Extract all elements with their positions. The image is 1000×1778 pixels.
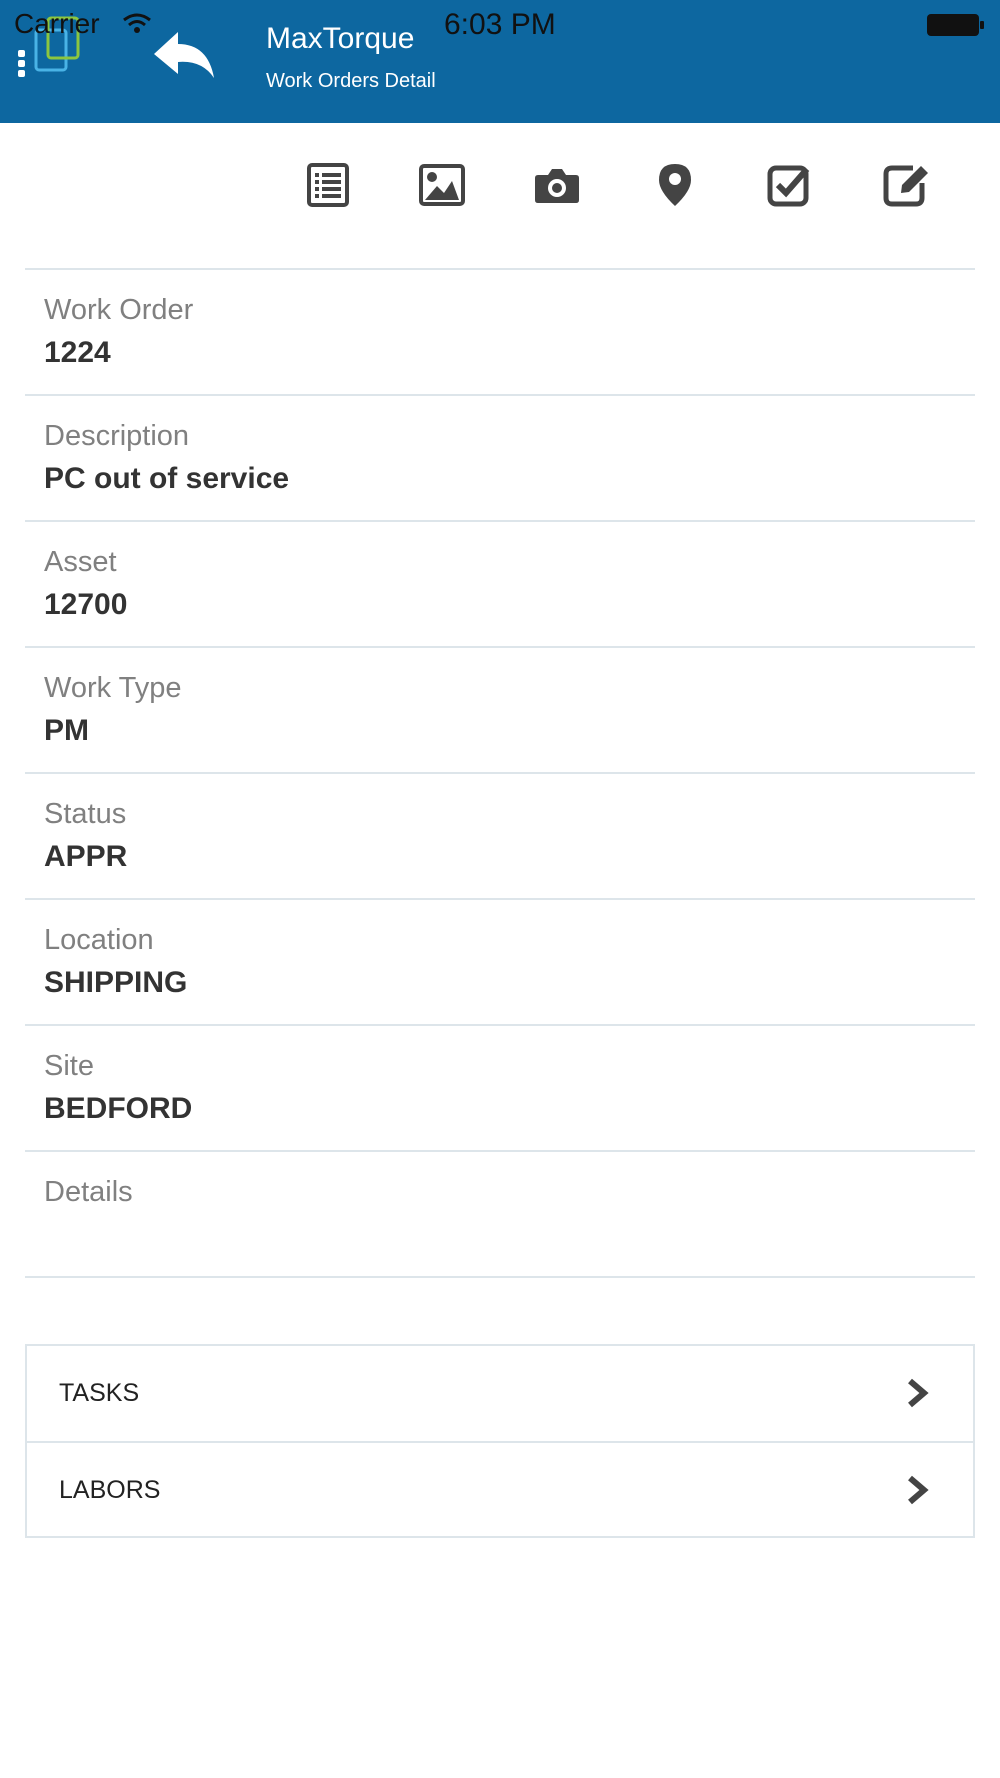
field-description: Description PC out of service (25, 394, 975, 520)
field-value: 12700 (44, 588, 128, 621)
field-status: Status APPR (25, 772, 975, 898)
field-site: Site BEDFORD (25, 1024, 975, 1150)
field-value: APPR (44, 840, 128, 873)
carrier-label: Carrier (14, 8, 100, 39)
wifi-icon (122, 12, 152, 39)
nav-item-tasks[interactable]: TASKS (27, 1346, 973, 1441)
chevron-right-icon (907, 1378, 929, 1413)
field-label: Details (44, 1176, 133, 1208)
edit-icon[interactable] (876, 150, 936, 220)
field-asset: Asset 12700 (25, 520, 975, 646)
field-value: 1224 (44, 336, 111, 369)
field-value: PM (44, 714, 89, 747)
field-label: Site (44, 1050, 94, 1082)
field-label: Status (44, 798, 127, 830)
field-work-type: Work Type PM (25, 646, 975, 772)
camera-icon[interactable] (527, 150, 587, 220)
status-time: 6:03 PM (444, 8, 556, 41)
chevron-right-icon (907, 1475, 929, 1510)
checkbox-icon[interactable] (759, 150, 819, 220)
field-value: SHIPPING (44, 966, 188, 999)
app-title: MaxTorque (266, 22, 415, 55)
app-subtitle: Work Orders Detail (266, 70, 436, 92)
field-value: PC out of service (44, 462, 290, 495)
field-label: Location (44, 924, 154, 956)
action-toolbar (0, 150, 1000, 220)
field-label: Work Type (44, 672, 182, 704)
work-order-fields: Work Order 1224 Description PC out of se… (25, 268, 975, 1278)
nav-item-labors[interactable]: LABORS (27, 1441, 973, 1536)
field-work-order: Work Order 1224 (25, 268, 975, 394)
reply-arrow-icon (154, 32, 214, 78)
app-header: Carrier 6:03 PM MaxTorque Work Orders De… (0, 0, 1000, 123)
related-nav-list: TASKS LABORS (25, 1344, 975, 1538)
nav-item-label: TASKS (59, 1379, 140, 1407)
location-pin-icon[interactable] (645, 150, 705, 220)
battery-icon (926, 12, 986, 43)
field-label: Description (44, 420, 190, 452)
field-location: Location SHIPPING (25, 898, 975, 1024)
list-icon[interactable] (298, 150, 358, 220)
image-icon[interactable] (412, 150, 472, 220)
back-button[interactable] (152, 30, 216, 84)
field-value: BEDFORD (44, 1092, 193, 1125)
field-label: Work Order (44, 294, 194, 326)
nav-item-label: LABORS (59, 1476, 161, 1504)
divider (25, 1276, 975, 1278)
field-details: Details (25, 1150, 975, 1276)
field-label: Asset (44, 546, 117, 578)
